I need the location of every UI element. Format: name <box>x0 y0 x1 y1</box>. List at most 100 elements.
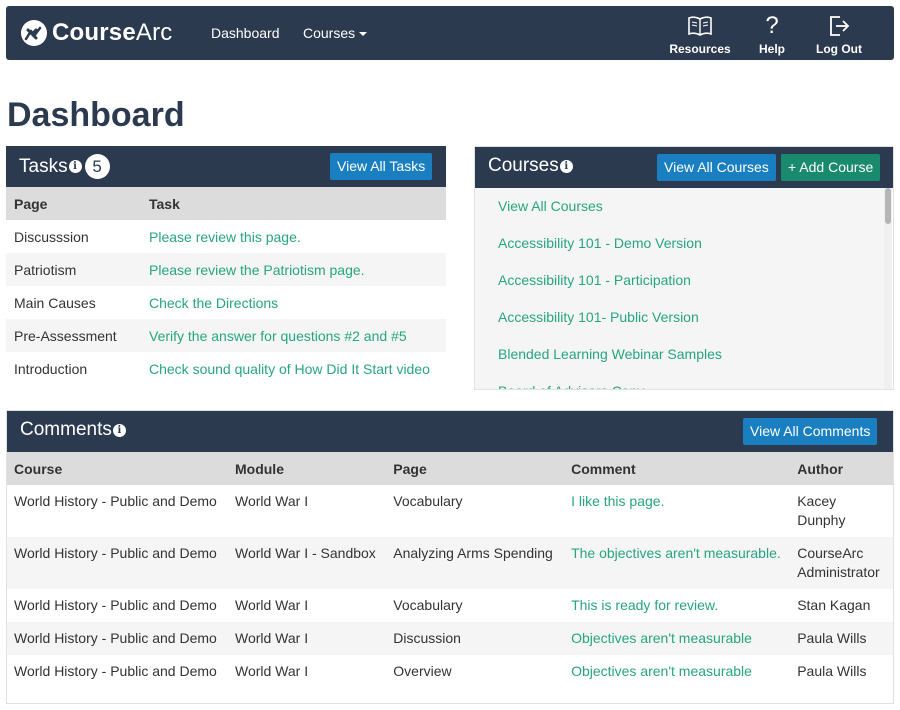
task-link[interactable]: Check sound quality of How Did It Start … <box>149 361 430 377</box>
comment-author-cell: CourseArc Administrator <box>790 537 893 589</box>
comment-author-cell: Paula Wills <box>797 663 867 679</box>
comment-course-cell: World History - Public and Demo <box>7 622 228 655</box>
comment-course-cell: World History - Public and Demo <box>7 537 228 589</box>
comment-module-cell: World War I <box>227 622 387 655</box>
courses-list[interactable]: View All Courses Accessibility 101 - Dem… <box>475 188 885 389</box>
comments-col-page: Page <box>386 452 565 485</box>
list-item[interactable]: Accessibility 101 - Participation <box>475 262 885 299</box>
comment-module-cell: World War I <box>234 597 309 613</box>
list-item[interactable]: Accessibility 101- Public Version <box>475 299 885 336</box>
view-all-tasks-button[interactable]: View All Tasks <box>330 153 433 180</box>
comment-module-cell: World War I - Sandbox <box>227 537 387 589</box>
courses-scrollbar[interactable] <box>884 188 892 389</box>
task-count-badge: 5 <box>84 154 110 179</box>
task-link[interactable]: Verify the answer for questions #2 and #… <box>149 328 407 344</box>
comments-title: Comments i <box>20 419 126 441</box>
page-title: Dashboard <box>7 96 185 134</box>
task-page-cell: Introduction <box>14 360 88 377</box>
table-row: Pre-Assessment Verify the answer for que… <box>6 319 446 352</box>
view-all-comments-button[interactable]: View All Comments <box>743 418 878 445</box>
comment-link[interactable]: Objectives aren't measurable <box>571 663 752 679</box>
list-item[interactable]: Blended Learning Webinar Samples <box>475 336 885 373</box>
comment-link[interactable]: I like this page. <box>571 493 664 509</box>
table-row: Patriotism Please review the Patriotism … <box>6 253 446 286</box>
coursearc-logo[interactable]: CourseArc <box>20 18 173 48</box>
info-icon[interactable]: i <box>112 423 126 437</box>
courses-panel: Courses i View All Courses + Add Course … <box>474 146 894 390</box>
add-course-button[interactable]: + Add Course <box>781 154 881 181</box>
comments-panel-header: Comments i View All Comments <box>7 411 893 452</box>
comments-col-course: Course <box>7 452 228 485</box>
logout-icon <box>830 16 850 36</box>
task-link[interactable]: Check the Directions <box>149 295 278 311</box>
comments-title-text: Comments <box>20 419 112 440</box>
comment-author-cell: Paula Wills <box>790 622 893 655</box>
tasks-panel: Tasks i 5 View All Tasks Page Task Discu… <box>6 146 446 390</box>
comment-link[interactable]: The objectives aren't measurable. <box>571 545 781 561</box>
tasks-col-page: Page <box>6 187 144 220</box>
tasks-title: Tasks i 5 <box>19 154 110 179</box>
table-row: Introduction Check sound quality of How … <box>6 352 446 385</box>
nav-courses-dropdown[interactable]: Courses <box>303 25 368 41</box>
comments-col-author: Author <box>790 452 893 485</box>
resources-button[interactable]: Resources <box>668 14 732 56</box>
table-row: World History - Public and Demo World Wa… <box>7 589 893 622</box>
courses-title-text: Courses <box>488 155 559 176</box>
task-link[interactable]: Please review the Patriotism page. <box>149 262 365 278</box>
comment-page-cell: Vocabulary <box>393 597 463 613</box>
list-item[interactable]: Board of Advisors Copy <box>475 373 885 389</box>
comment-module-cell: World War I <box>234 663 309 679</box>
caret-down-icon <box>359 32 368 37</box>
comment-course-cell: World History - Public and Demo <box>14 493 217 509</box>
comment-module-cell: World War I <box>234 493 309 509</box>
comment-page-cell: Vocabulary <box>393 493 463 509</box>
courses-title: Courses i <box>488 155 573 177</box>
comment-author-cell: Kacey Dunphy <box>797 493 846 528</box>
tasks-title-text: Tasks <box>19 155 68 177</box>
nav-courses-label: Courses <box>303 25 356 41</box>
logout-button[interactable]: Log Out <box>807 14 871 56</box>
table-row: Main Causes Check the Directions <box>6 286 446 319</box>
help-label: Help <box>758 42 785 56</box>
courses-panel-header: Courses i View All Courses + Add Course <box>475 147 893 188</box>
book-icon <box>688 16 712 36</box>
logout-label: Log Out <box>816 42 862 56</box>
comment-course-cell: World History - Public and Demo <box>14 597 217 613</box>
help-button[interactable]: ? Help <box>740 12 804 56</box>
comment-page-cell: Analyzing Arms Spending <box>386 537 565 589</box>
table-row: World History - Public and Demo World Wa… <box>7 622 893 655</box>
comments-col-module: Module <box>227 452 387 485</box>
info-icon[interactable]: i <box>559 159 573 173</box>
tasks-panel-header: Tasks i 5 View All Tasks <box>6 146 446 187</box>
comment-link[interactable]: This is ready for review. <box>571 597 718 613</box>
comment-author-cell: Stan Kagan <box>797 597 871 613</box>
list-item[interactable]: Accessibility 101 - Demo Version <box>475 225 885 262</box>
comment-link[interactable]: Objectives aren't measurable <box>571 630 752 646</box>
nav-dashboard-link[interactable]: Dashboard <box>211 25 280 41</box>
comments-table: Course Module Page Comment Author World … <box>7 452 893 688</box>
view-all-courses-button[interactable]: View All Courses <box>657 154 776 181</box>
task-link[interactable]: Please review this page. <box>149 229 301 245</box>
table-row: World History - Public and Demo World Wa… <box>7 655 893 688</box>
tasks-col-task: Task <box>144 187 446 220</box>
top-navbar: CourseArc Dashboard Courses Resources ? … <box>6 6 894 60</box>
question-icon: ? <box>765 12 779 39</box>
task-page-cell: Main Causes <box>14 294 96 311</box>
task-page-cell: Patriotism <box>6 253 144 286</box>
comment-page-cell: Discussion <box>386 622 565 655</box>
table-row: World History - Public and Demo World Wa… <box>7 537 893 589</box>
comments-col-comment: Comment <box>564 452 791 485</box>
task-page-cell: Pre-Assessment <box>6 319 144 352</box>
scrollbar-thumb[interactable] <box>885 188 891 224</box>
comment-course-cell: World History - Public and Demo <box>14 663 217 679</box>
logo-text: CourseArc <box>52 19 173 46</box>
table-row: Discusssion Please review this page. <box>6 220 446 253</box>
list-item[interactable]: View All Courses <box>475 188 885 225</box>
comment-page-cell: Overview <box>393 663 452 679</box>
task-page-cell: Discusssion <box>14 228 89 245</box>
table-row: World History - Public and Demo World Wa… <box>7 485 893 537</box>
info-icon[interactable]: i <box>68 160 82 173</box>
comments-panel: Comments i View All Comments Course Modu… <box>6 410 894 704</box>
logo-mark-icon <box>21 20 47 46</box>
resources-label: Resources <box>669 42 731 56</box>
